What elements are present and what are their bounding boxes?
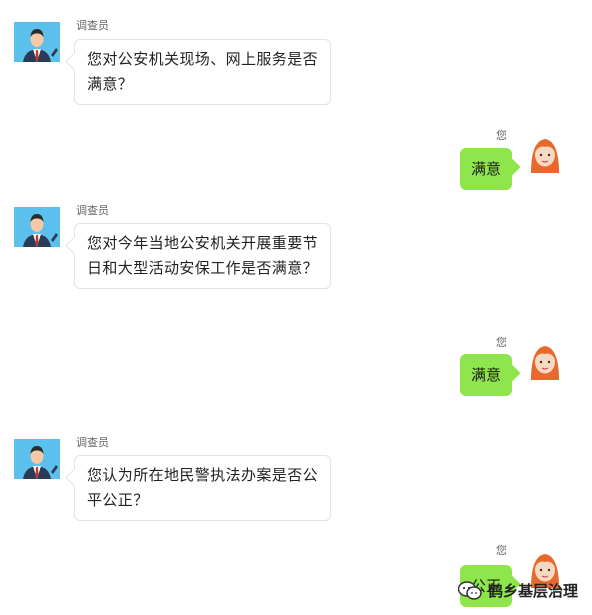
- user-name: 您: [496, 336, 507, 349]
- surveyor-avatar[interactable]: [14, 207, 60, 247]
- surveyor-name: 调查员: [76, 204, 109, 217]
- surveyor-question-bubble: 您认为所在地民警执法办案是否公平公正？: [74, 455, 331, 521]
- watermark: 鹤乡基层治理: [457, 580, 578, 601]
- surveyor-name: 调查员: [76, 19, 109, 32]
- user-name: 您: [496, 129, 507, 142]
- surveyor-question-bubble: 您对今年当地公安机关开展重要节日和大型活动安保工作是否满意？: [74, 223, 331, 289]
- surveyor-name: 调查员: [76, 436, 109, 449]
- user-avatar[interactable]: [527, 133, 563, 175]
- surveyor-avatar[interactable]: [14, 22, 60, 62]
- surveyor-avatar[interactable]: [14, 439, 60, 479]
- wechat-icon: [457, 580, 482, 601]
- user-answer-bubble: 满意: [459, 354, 512, 396]
- user-avatar[interactable]: [527, 340, 563, 382]
- user-name: 您: [496, 544, 507, 557]
- surveyor-question-bubble: 您对公安机关现场、网上服务是否满意？: [74, 39, 331, 105]
- user-answer-bubble: 满意: [459, 148, 512, 190]
- watermark-text: 鹤乡基层治理: [487, 582, 578, 600]
